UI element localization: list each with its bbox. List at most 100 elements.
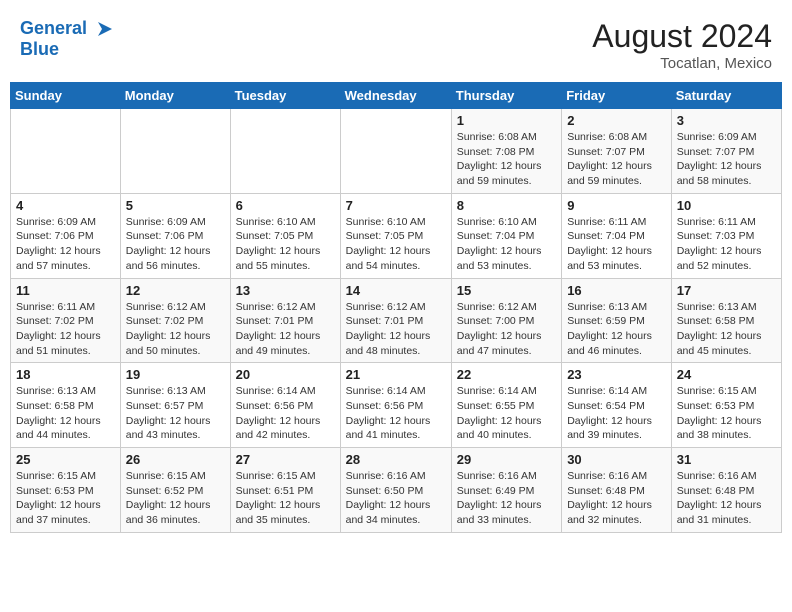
calendar-cell: 26 Sunrise: 6:15 AM Sunset: 6:52 PM Dayli… <box>120 448 230 533</box>
day-info: Sunrise: 6:13 AM Sunset: 6:59 PM Dayligh… <box>567 300 666 359</box>
calendar-cell: 23 Sunrise: 6:14 AM Sunset: 6:54 PM Dayli… <box>562 363 672 448</box>
day-info: Sunrise: 6:15 AM Sunset: 6:53 PM Dayligh… <box>16 469 115 528</box>
calendar-cell: 31 Sunrise: 6:16 AM Sunset: 6:48 PM Dayli… <box>671 448 781 533</box>
weekday-header-wednesday: Wednesday <box>340 83 451 109</box>
day-info: Sunrise: 6:09 AM Sunset: 7:06 PM Dayligh… <box>16 215 115 274</box>
day-number: 14 <box>346 283 446 298</box>
calendar-cell: 5Sunrise: 6:09 AM Sunset: 7:06 PM Daylig… <box>120 193 230 278</box>
day-number: 8 <box>457 198 556 213</box>
calendar-cell: 27 Sunrise: 6:15 AM Sunset: 6:51 PM Dayli… <box>230 448 340 533</box>
day-info: Sunrise: 6:09 AM Sunset: 7:07 PM Dayligh… <box>677 130 776 189</box>
calendar-cell: 15Sunrise: 6:12 AM Sunset: 7:00 PM Dayli… <box>451 278 561 363</box>
title-block: August 2024 Tocatlan, Mexico <box>592 18 772 72</box>
weekday-header-tuesday: Tuesday <box>230 83 340 109</box>
day-number: 23 <box>567 367 666 382</box>
day-info: Sunrise: 6:12 AM Sunset: 7:01 PM Dayligh… <box>346 300 446 359</box>
location: Tocatlan, Mexico <box>592 55 772 72</box>
calendar-cell: 10 Sunrise: 6:11 AM Sunset: 7:03 PM Dayli… <box>671 193 781 278</box>
day-number: 18 <box>16 367 115 382</box>
calendar-cell: 28Sunrise: 6:16 AM Sunset: 6:50 PM Dayli… <box>340 448 451 533</box>
day-info: Sunrise: 6:10 AM Sunset: 7:05 PM Dayligh… <box>346 215 446 274</box>
day-number: 10 <box>677 198 776 213</box>
day-info: Sunrise: 6:16 AM Sunset: 6:48 PM Dayligh… <box>567 469 666 528</box>
day-number: 7 <box>346 198 446 213</box>
day-number: 17 <box>677 283 776 298</box>
day-number: 3 <box>677 113 776 128</box>
day-number: 24 <box>677 367 776 382</box>
calendar-cell: 8 Sunrise: 6:10 AM Sunset: 7:04 PM Daylig… <box>451 193 561 278</box>
calendar-cell: 29 Sunrise: 6:16 AM Sunset: 6:49 PM Dayli… <box>451 448 561 533</box>
calendar-cell: 6Sunrise: 6:10 AM Sunset: 7:05 PM Daylig… <box>230 193 340 278</box>
month-year: August 2024 <box>592 18 772 55</box>
day-number: 19 <box>126 367 225 382</box>
day-number: 29 <box>457 452 556 467</box>
day-info: Sunrise: 6:15 AM Sunset: 6:51 PM Dayligh… <box>236 469 335 528</box>
calendar-cell: 7 Sunrise: 6:10 AM Sunset: 7:05 PM Daylig… <box>340 193 451 278</box>
calendar-cell: 14 Sunrise: 6:12 AM Sunset: 7:01 PM Dayli… <box>340 278 451 363</box>
day-number: 12 <box>126 283 225 298</box>
week-row-3: 11 Sunrise: 6:11 AM Sunset: 7:02 PM Dayli… <box>11 278 782 363</box>
day-info: Sunrise: 6:15 AM Sunset: 6:53 PM Dayligh… <box>677 384 776 443</box>
day-number: 22 <box>457 367 556 382</box>
day-info: Sunrise: 6:11 AM Sunset: 7:02 PM Dayligh… <box>16 300 115 359</box>
day-number: 5 <box>126 198 225 213</box>
day-number: 1 <box>457 113 556 128</box>
day-info: Sunrise: 6:16 AM Sunset: 6:48 PM Dayligh… <box>677 469 776 528</box>
calendar-cell <box>340 109 451 194</box>
weekday-header-saturday: Saturday <box>671 83 781 109</box>
day-number: 27 <box>236 452 335 467</box>
calendar-cell: 21 Sunrise: 6:14 AM Sunset: 6:56 PM Dayli… <box>340 363 451 448</box>
day-info: Sunrise: 6:10 AM Sunset: 7:04 PM Dayligh… <box>457 215 556 274</box>
day-info: Sunrise: 6:14 AM Sunset: 6:56 PM Dayligh… <box>236 384 335 443</box>
day-info: Sunrise: 6:12 AM Sunset: 7:01 PM Dayligh… <box>236 300 335 359</box>
weekday-header-thursday: Thursday <box>451 83 561 109</box>
day-number: 26 <box>126 452 225 467</box>
calendar-cell: 30 Sunrise: 6:16 AM Sunset: 6:48 PM Dayli… <box>562 448 672 533</box>
day-number: 20 <box>236 367 335 382</box>
day-number: 25 <box>16 452 115 467</box>
day-info: Sunrise: 6:14 AM Sunset: 6:56 PM Dayligh… <box>346 384 446 443</box>
logo-text: General Blue <box>20 18 116 60</box>
day-number: 31 <box>677 452 776 467</box>
calendar-cell: 19Sunrise: 6:13 AM Sunset: 6:57 PM Dayli… <box>120 363 230 448</box>
day-number: 9 <box>567 198 666 213</box>
day-info: Sunrise: 6:16 AM Sunset: 6:49 PM Dayligh… <box>457 469 556 528</box>
calendar-cell: 24 Sunrise: 6:15 AM Sunset: 6:53 PM Dayli… <box>671 363 781 448</box>
calendar-cell: 17Sunrise: 6:13 AM Sunset: 6:58 PM Dayli… <box>671 278 781 363</box>
day-info: Sunrise: 6:15 AM Sunset: 6:52 PM Dayligh… <box>126 469 225 528</box>
calendar-cell: 2Sunrise: 6:08 AM Sunset: 7:07 PM Daylig… <box>562 109 672 194</box>
day-info: Sunrise: 6:10 AM Sunset: 7:05 PM Dayligh… <box>236 215 335 274</box>
calendar-cell: 18 Sunrise: 6:13 AM Sunset: 6:58 PM Dayli… <box>11 363 121 448</box>
day-info: Sunrise: 6:12 AM Sunset: 7:00 PM Dayligh… <box>457 300 556 359</box>
weekday-header-row: SundayMondayTuesdayWednesdayThursdayFrid… <box>11 83 782 109</box>
weekday-header-sunday: Sunday <box>11 83 121 109</box>
day-number: 16 <box>567 283 666 298</box>
day-number: 13 <box>236 283 335 298</box>
calendar-cell: 9 Sunrise: 6:11 AM Sunset: 7:04 PM Daylig… <box>562 193 672 278</box>
calendar-cell: 11 Sunrise: 6:11 AM Sunset: 7:02 PM Dayli… <box>11 278 121 363</box>
day-info: Sunrise: 6:14 AM Sunset: 6:54 PM Dayligh… <box>567 384 666 443</box>
calendar-cell <box>230 109 340 194</box>
calendar-cell: 12 Sunrise: 6:12 AM Sunset: 7:02 PM Dayli… <box>120 278 230 363</box>
logo: General Blue <box>20 18 116 60</box>
calendar-cell: 4 Sunrise: 6:09 AM Sunset: 7:06 PM Daylig… <box>11 193 121 278</box>
weekday-header-friday: Friday <box>562 83 672 109</box>
day-number: 28 <box>346 452 446 467</box>
day-info: Sunrise: 6:14 AM Sunset: 6:55 PM Dayligh… <box>457 384 556 443</box>
day-number: 21 <box>346 367 446 382</box>
calendar-cell: 1Sunrise: 6:08 AM Sunset: 7:08 PM Daylig… <box>451 109 561 194</box>
day-number: 4 <box>16 198 115 213</box>
calendar-cell: 16 Sunrise: 6:13 AM Sunset: 6:59 PM Dayli… <box>562 278 672 363</box>
calendar-cell: 25 Sunrise: 6:15 AM Sunset: 6:53 PM Dayli… <box>11 448 121 533</box>
day-number: 11 <box>16 283 115 298</box>
day-number: 30 <box>567 452 666 467</box>
day-info: Sunrise: 6:13 AM Sunset: 6:58 PM Dayligh… <box>16 384 115 443</box>
calendar-cell: 22 Sunrise: 6:14 AM Sunset: 6:55 PM Dayli… <box>451 363 561 448</box>
day-number: 2 <box>567 113 666 128</box>
week-row-5: 25 Sunrise: 6:15 AM Sunset: 6:53 PM Dayli… <box>11 448 782 533</box>
day-info: Sunrise: 6:11 AM Sunset: 7:04 PM Dayligh… <box>567 215 666 274</box>
day-info: Sunrise: 6:11 AM Sunset: 7:03 PM Dayligh… <box>677 215 776 274</box>
page-header: General Blue August 2024 Tocatlan, Mexic… <box>10 10 782 76</box>
calendar-cell <box>11 109 121 194</box>
day-info: Sunrise: 6:12 AM Sunset: 7:02 PM Dayligh… <box>126 300 225 359</box>
